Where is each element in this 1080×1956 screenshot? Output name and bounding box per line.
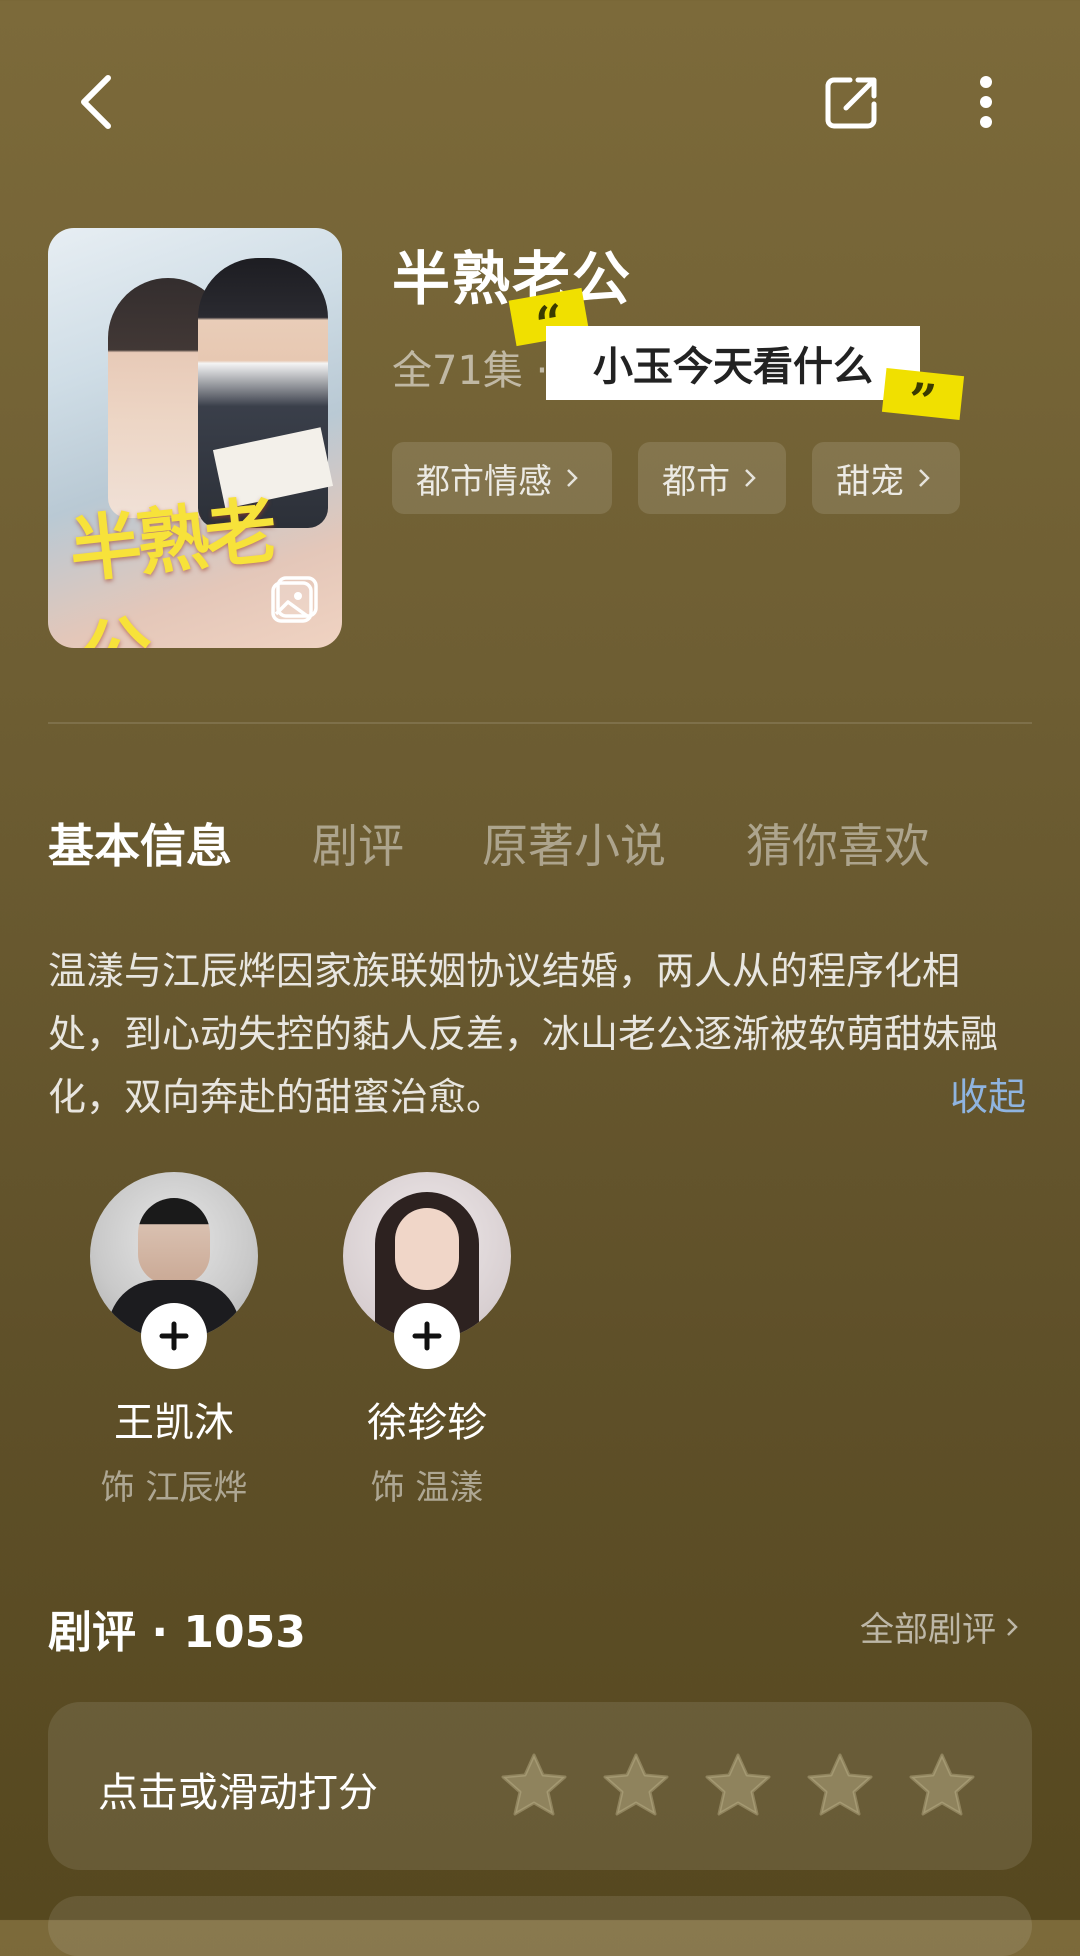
tag-label: 都市情感 [416, 461, 552, 502]
episode-count: 全71集 · [392, 348, 549, 394]
collapse-button[interactable]: 收起 [950, 1066, 1026, 1121]
share-icon [825, 77, 877, 129]
quote-label: 小玉今天看什么 [546, 326, 920, 400]
gallery-icon[interactable] [270, 574, 320, 624]
tab-basic-info[interactable]: 基本信息 [48, 810, 232, 876]
tag-urban-romance[interactable]: 都市情感 [392, 442, 612, 514]
chevron-right-icon [745, 469, 756, 487]
chevron-right-icon [1007, 1617, 1018, 1636]
tab-recommendations[interactable]: 猜你喜欢 [746, 810, 930, 876]
tab-reviews[interactable]: 剧评 [312, 810, 404, 876]
cast-name[interactable]: 王凯沐 [64, 1390, 284, 1448]
review-card[interactable] [48, 1896, 1032, 1956]
rating-prompt: 点击或滑动打分 [98, 1770, 378, 1816]
star-icon[interactable] [602, 1752, 670, 1816]
chevron-right-icon [567, 469, 578, 487]
more-button[interactable] [946, 62, 1026, 142]
all-reviews-link[interactable]: 全部剧评 [860, 1602, 1018, 1651]
all-reviews-label: 全部剧评 [860, 1610, 996, 1650]
poster[interactable]: 半熟老公 [48, 228, 342, 648]
chevron-right-icon [919, 469, 930, 487]
follow-button[interactable] [141, 1303, 207, 1369]
cast-role: 饰 江辰烨 [100, 1468, 248, 1508]
star-icon[interactable] [500, 1752, 568, 1816]
follow-button[interactable] [394, 1303, 460, 1369]
tag-label: 甜宠 [836, 461, 904, 502]
cast-name[interactable]: 徐轸轸 [317, 1390, 537, 1448]
quote-close-mark: ” [881, 368, 965, 431]
avatar-face [138, 1198, 210, 1284]
tag-label: 都市 [662, 461, 730, 502]
more-vertical-icon [980, 76, 992, 128]
avatar-face [395, 1208, 459, 1290]
chevron-left-icon [81, 75, 111, 129]
tag-sweet-romance[interactable]: 甜宠 [812, 442, 960, 514]
tab-original-novel[interactable]: 原著小说 [482, 810, 666, 876]
star-icon[interactable] [704, 1752, 772, 1816]
star-icon[interactable] [908, 1752, 976, 1816]
plus-icon [412, 1321, 442, 1351]
share-button[interactable] [812, 62, 892, 142]
reviews-heading: 剧评 · 1053 [48, 1607, 306, 1658]
star-icon[interactable] [806, 1752, 874, 1816]
section-divider [48, 722, 1032, 724]
plus-icon [159, 1321, 189, 1351]
synopsis: 温漾与江辰烨因家族联姻协议结婚，两人从的程序化相处，到心动失控的黏人反差，冰山老… [48, 949, 999, 1119]
back-button[interactable] [56, 62, 136, 142]
cast-role: 饰 温漾 [370, 1468, 484, 1508]
tag-urban[interactable]: 都市 [638, 442, 786, 514]
